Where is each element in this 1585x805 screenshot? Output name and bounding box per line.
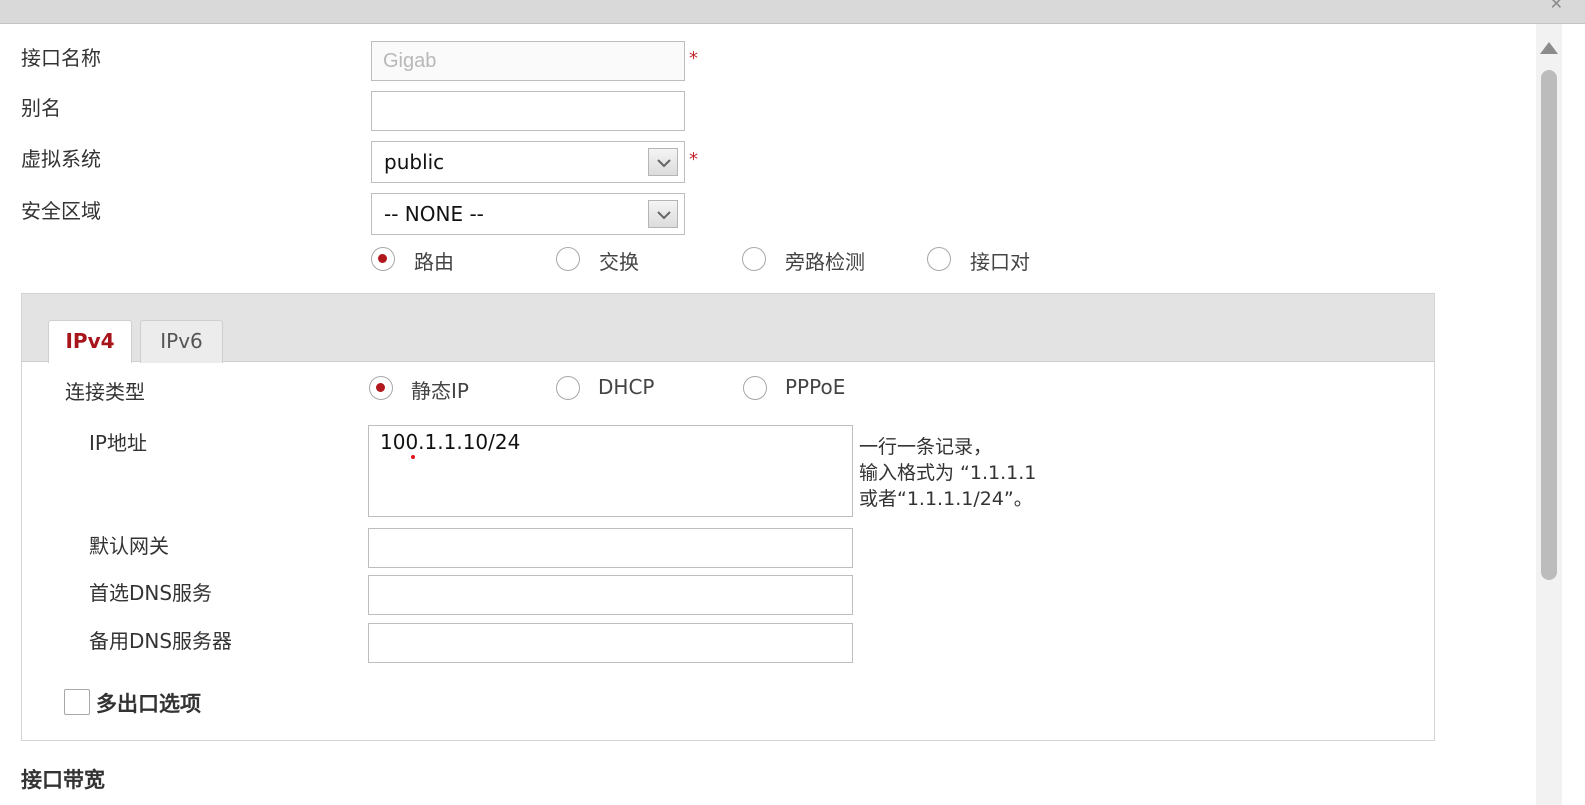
ip-address-label: IP地址	[89, 431, 147, 455]
vsys-label: 虚拟系统	[21, 147, 101, 171]
dns1-input[interactable]	[368, 575, 853, 615]
close-icon[interactable]: ✕	[1550, 0, 1563, 13]
mode-radio-route[interactable]	[371, 247, 395, 271]
mode-radio-pair[interactable]	[927, 247, 951, 271]
ip-config-panel: IPv4 IPv6 连接类型 静态IP DHCP PPPoE IP地址 100.…	[21, 293, 1435, 741]
chevron-down-icon[interactable]	[648, 148, 678, 176]
ip-hint-line: 一行一条记录，	[859, 436, 993, 458]
ip-address-value: 100.1.1.10/24	[380, 430, 521, 454]
alias-label: 别名	[21, 96, 61, 120]
dialog-titlebar: ✕	[0, 0, 1585, 24]
ip-address-textarea[interactable]: 100.1.1.10/24	[368, 425, 853, 517]
ip-hint-line: 或者“1.1.1.1/24”。	[859, 488, 1033, 510]
tab-ipv4[interactable]: IPv4	[48, 320, 132, 363]
conn-radio-static[interactable]	[369, 376, 393, 400]
interface-name-label: 接口名称	[21, 46, 101, 70]
bandwidth-section-title: 接口带宽	[21, 768, 105, 792]
scroll-thumb[interactable]	[1541, 70, 1557, 580]
dns2-input[interactable]	[368, 623, 853, 663]
required-mark: *	[689, 48, 698, 69]
ip-hint: 一行一条记录， 输入格式为 “1.1.1.1 或者“1.1.1.1/24”。	[859, 434, 1036, 512]
zone-value: -- NONE --	[384, 202, 484, 226]
dns2-label: 备用DNS服务器	[89, 629, 233, 653]
triangle-up-icon[interactable]	[1540, 42, 1558, 54]
vertical-scrollbar[interactable]	[1536, 24, 1562, 805]
zone-label: 安全区域	[21, 199, 101, 223]
tab-ipv6[interactable]: IPv6	[140, 320, 223, 363]
conn-label-pppoe: PPPoE	[785, 375, 846, 399]
multi-exit-label[interactable]: 多出口选项	[96, 688, 201, 718]
conn-radio-dhcp[interactable]	[556, 376, 580, 400]
alias-input[interactable]	[371, 91, 685, 131]
gateway-input[interactable]	[368, 528, 853, 568]
conn-type-label: 连接类型	[65, 380, 145, 404]
dns1-label: 首选DNS服务	[89, 581, 213, 605]
ip-hint-line: 输入格式为 “1.1.1.1	[859, 462, 1037, 484]
mode-label-bypass: 旁路检测	[785, 250, 865, 274]
required-mark: *	[689, 149, 698, 170]
text-cursor	[411, 455, 415, 459]
vsys-value: public	[384, 150, 445, 174]
vsys-select[interactable]: public	[371, 141, 685, 183]
ip-tab-bar: IPv4 IPv6	[22, 294, 1434, 363]
conn-label-static: 静态IP	[411, 379, 469, 403]
interface-name-input[interactable]	[371, 41, 685, 81]
mode-radio-bypass[interactable]	[742, 247, 766, 271]
zone-select[interactable]: -- NONE --	[371, 193, 685, 235]
conn-radio-pppoe[interactable]	[743, 376, 767, 400]
multi-exit-checkbox[interactable]	[64, 689, 90, 715]
mode-label-route: 路由	[414, 250, 454, 274]
conn-label-dhcp: DHCP	[598, 375, 655, 399]
chevron-down-icon[interactable]	[648, 200, 678, 228]
mode-radio-switch[interactable]	[556, 247, 580, 271]
mode-label-pair: 接口对	[970, 250, 1030, 274]
gateway-label: 默认网关	[89, 534, 169, 558]
mode-label-switch: 交换	[599, 250, 639, 274]
